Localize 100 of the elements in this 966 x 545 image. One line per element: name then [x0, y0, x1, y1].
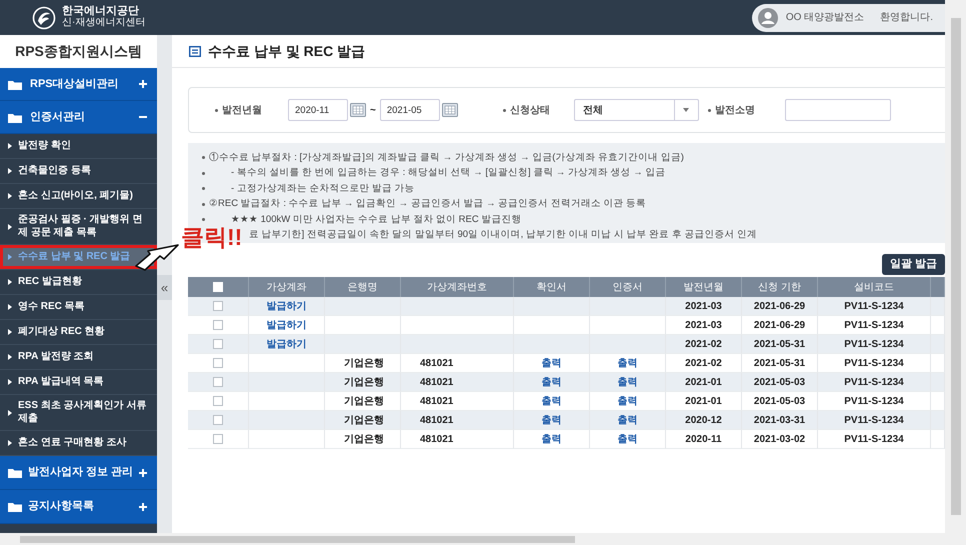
- table-cell: 481021: [401, 373, 514, 392]
- minus-icon: [139, 113, 147, 121]
- table-cell: PV11-S-1234: [818, 373, 931, 392]
- table-cell: 2021-03-31: [742, 411, 818, 430]
- row-checkbox[interactable]: [213, 301, 223, 311]
- folder-icon: [8, 501, 22, 512]
- horizontal-scrollbar[interactable]: [0, 533, 966, 545]
- range-separator: ~: [370, 104, 376, 118]
- folder-icon: [8, 112, 22, 122]
- filter-label: 발전소명: [708, 102, 755, 118]
- table-cell: 481021: [401, 411, 514, 430]
- column-header: 발전년월: [666, 277, 742, 297]
- table-link[interactable]: 발급하기: [249, 297, 325, 316]
- row-checkbox[interactable]: [213, 377, 223, 387]
- table-cell: PV11-S-1234: [818, 411, 931, 430]
- notice-text: 료 납부기한] 전력공급일이 속한 달의 말일부터 90일 이내이며, 납부기한 이내 미납 시 납부 완료 후 공급인증서 인계: [249, 228, 758, 242]
- pointer-arrow: [134, 241, 180, 273]
- column-header: 가상계좌: [249, 277, 325, 297]
- logo-text: 신·재생에너지센터: [62, 18, 146, 29]
- bullet-icon: [202, 172, 205, 175]
- filter-label: 신청상태: [502, 102, 550, 118]
- avatar-icon: [758, 8, 778, 28]
- table-link[interactable]: 출력: [590, 430, 666, 449]
- table-cell: 2021-03-02: [742, 430, 818, 449]
- column-header: 설비코드: [818, 277, 931, 297]
- calendar-icon[interactable]: [442, 103, 458, 117]
- date-field[interactable]: 2021-05: [380, 99, 440, 121]
- table-link[interactable]: 출력: [514, 373, 590, 392]
- page-title: 수수료 납부 및 REC 발급: [208, 42, 366, 60]
- plus-icon: [139, 468, 148, 476]
- table-cell: 2021-02: [666, 335, 742, 354]
- column-header: 확인서: [514, 277, 590, 297]
- column-header: 은행명: [325, 277, 401, 297]
- folder-icon: [8, 78, 22, 90]
- user-name: OO 태양광발전소: [786, 11, 864, 25]
- select-all-checkbox[interactable]: [213, 282, 223, 292]
- plus-icon: [139, 80, 147, 88]
- logo-icon: [32, 6, 56, 30]
- folder-icon: [8, 467, 22, 478]
- table-cell: 2021-05-31: [742, 335, 818, 354]
- row-checkbox[interactable]: [213, 320, 223, 330]
- scrollbar-thumb[interactable]: [20, 536, 575, 542]
- table-cell: [931, 335, 945, 354]
- collapse-button[interactable]: «: [157, 275, 172, 300]
- scrollbar-thumb[interactable]: [950, 18, 960, 515]
- row-checkbox[interactable]: [213, 396, 223, 406]
- table-cell: [931, 373, 945, 392]
- row-checkbox[interactable]: [213, 415, 223, 425]
- date-field[interactable]: 2020-11: [288, 99, 348, 121]
- filter-label: 발전년월: [215, 102, 262, 118]
- table-cell: [931, 411, 945, 430]
- list-icon: [189, 46, 201, 56]
- greeting-text: 환영합니다.: [880, 11, 933, 25]
- vertical-scrollbar[interactable]: [945, 0, 966, 533]
- table-link[interactable]: 출력: [514, 430, 590, 449]
- table-cell: PV11-S-1234: [818, 430, 931, 449]
- caret-icon: [683, 108, 690, 112]
- plus-icon: [139, 502, 147, 510]
- row-checkbox[interactable]: [213, 434, 223, 444]
- column-header: [931, 277, 945, 297]
- bullet-icon: [202, 156, 205, 160]
- table-link[interactable]: 출력: [590, 411, 666, 430]
- menu-group[interactable]: 공지사항목록: [0, 490, 157, 524]
- calendar-icon[interactable]: [350, 103, 366, 117]
- table-cell: PV11-S-1234: [818, 297, 931, 316]
- system-title: RPS종합지원시스템: [0, 35, 157, 68]
- row-checkbox[interactable]: [213, 358, 223, 368]
- table-cell: 2021-06-29: [742, 297, 818, 316]
- logo-text: 한국에너지공단: [62, 6, 140, 18]
- table-cell: 2021-01: [666, 373, 742, 392]
- menu-group[interactable]: 인증서관리: [0, 101, 157, 134]
- table-cell: 2020-12: [666, 411, 742, 430]
- column-header: 신청 기한: [742, 277, 818, 297]
- table-cell: 기업은행: [325, 373, 401, 392]
- menu-group[interactable]: RPS대상설비관리: [0, 68, 157, 101]
- plant-name-field[interactable]: [784, 99, 891, 121]
- bulk-issue-button[interactable]: 일괄 발급: [882, 254, 945, 275]
- notice-text: ★★★ 100kW 미만 사업자는 수수료 납부 절차 없이 REC 발급진행: [231, 212, 522, 227]
- table-cell: 2021-05-03: [742, 373, 818, 392]
- notice-text: ②REC 발급절차 : 수수료 납부 → 입금확인 → 공급인증서 발급 → 공급인증서 전력거래소 이관 등록: [209, 197, 646, 212]
- bullet-icon: [202, 187, 205, 190]
- bullet-icon: [202, 218, 205, 222]
- notice-text: - 복수의 설비를 한 번에 입금하는 경우 : 해당설비 선택 → [일괄신청] 클릭 → 가상계좌 생성 → 입금: [231, 166, 666, 180]
- table-link[interactable]: 발급하기: [249, 335, 325, 354]
- table-link[interactable]: 출력: [514, 411, 590, 430]
- column-header: 인증서: [590, 277, 666, 297]
- table-cell: 기업은행: [325, 430, 401, 449]
- notice-text: - 고정가상계좌는 순차적으로만 발급 가능: [231, 182, 415, 196]
- table-cell: 2021-03: [666, 297, 742, 316]
- menu-group[interactable]: 발전사업자 정보 관리: [0, 456, 157, 490]
- table-cell: 기업은행: [325, 411, 401, 430]
- table-cell: [931, 297, 945, 316]
- table-link[interactable]: 출력: [590, 373, 666, 392]
- table-cell: 2020-11: [666, 430, 742, 449]
- status-select[interactable]: 전체: [574, 99, 699, 121]
- column-header: 가상계좌번호: [401, 277, 514, 297]
- row-checkbox[interactable]: [213, 339, 223, 349]
- table-cell: PV11-S-1234: [818, 335, 931, 354]
- bullet-icon: [202, 202, 205, 206]
- notice-text: ①수수료 납부절차 : [가상계좌발급]의 계좌발급 클릭 → 가상계좌 생성 → 입금(가상계좌 유효기간이내 입금): [209, 150, 684, 165]
